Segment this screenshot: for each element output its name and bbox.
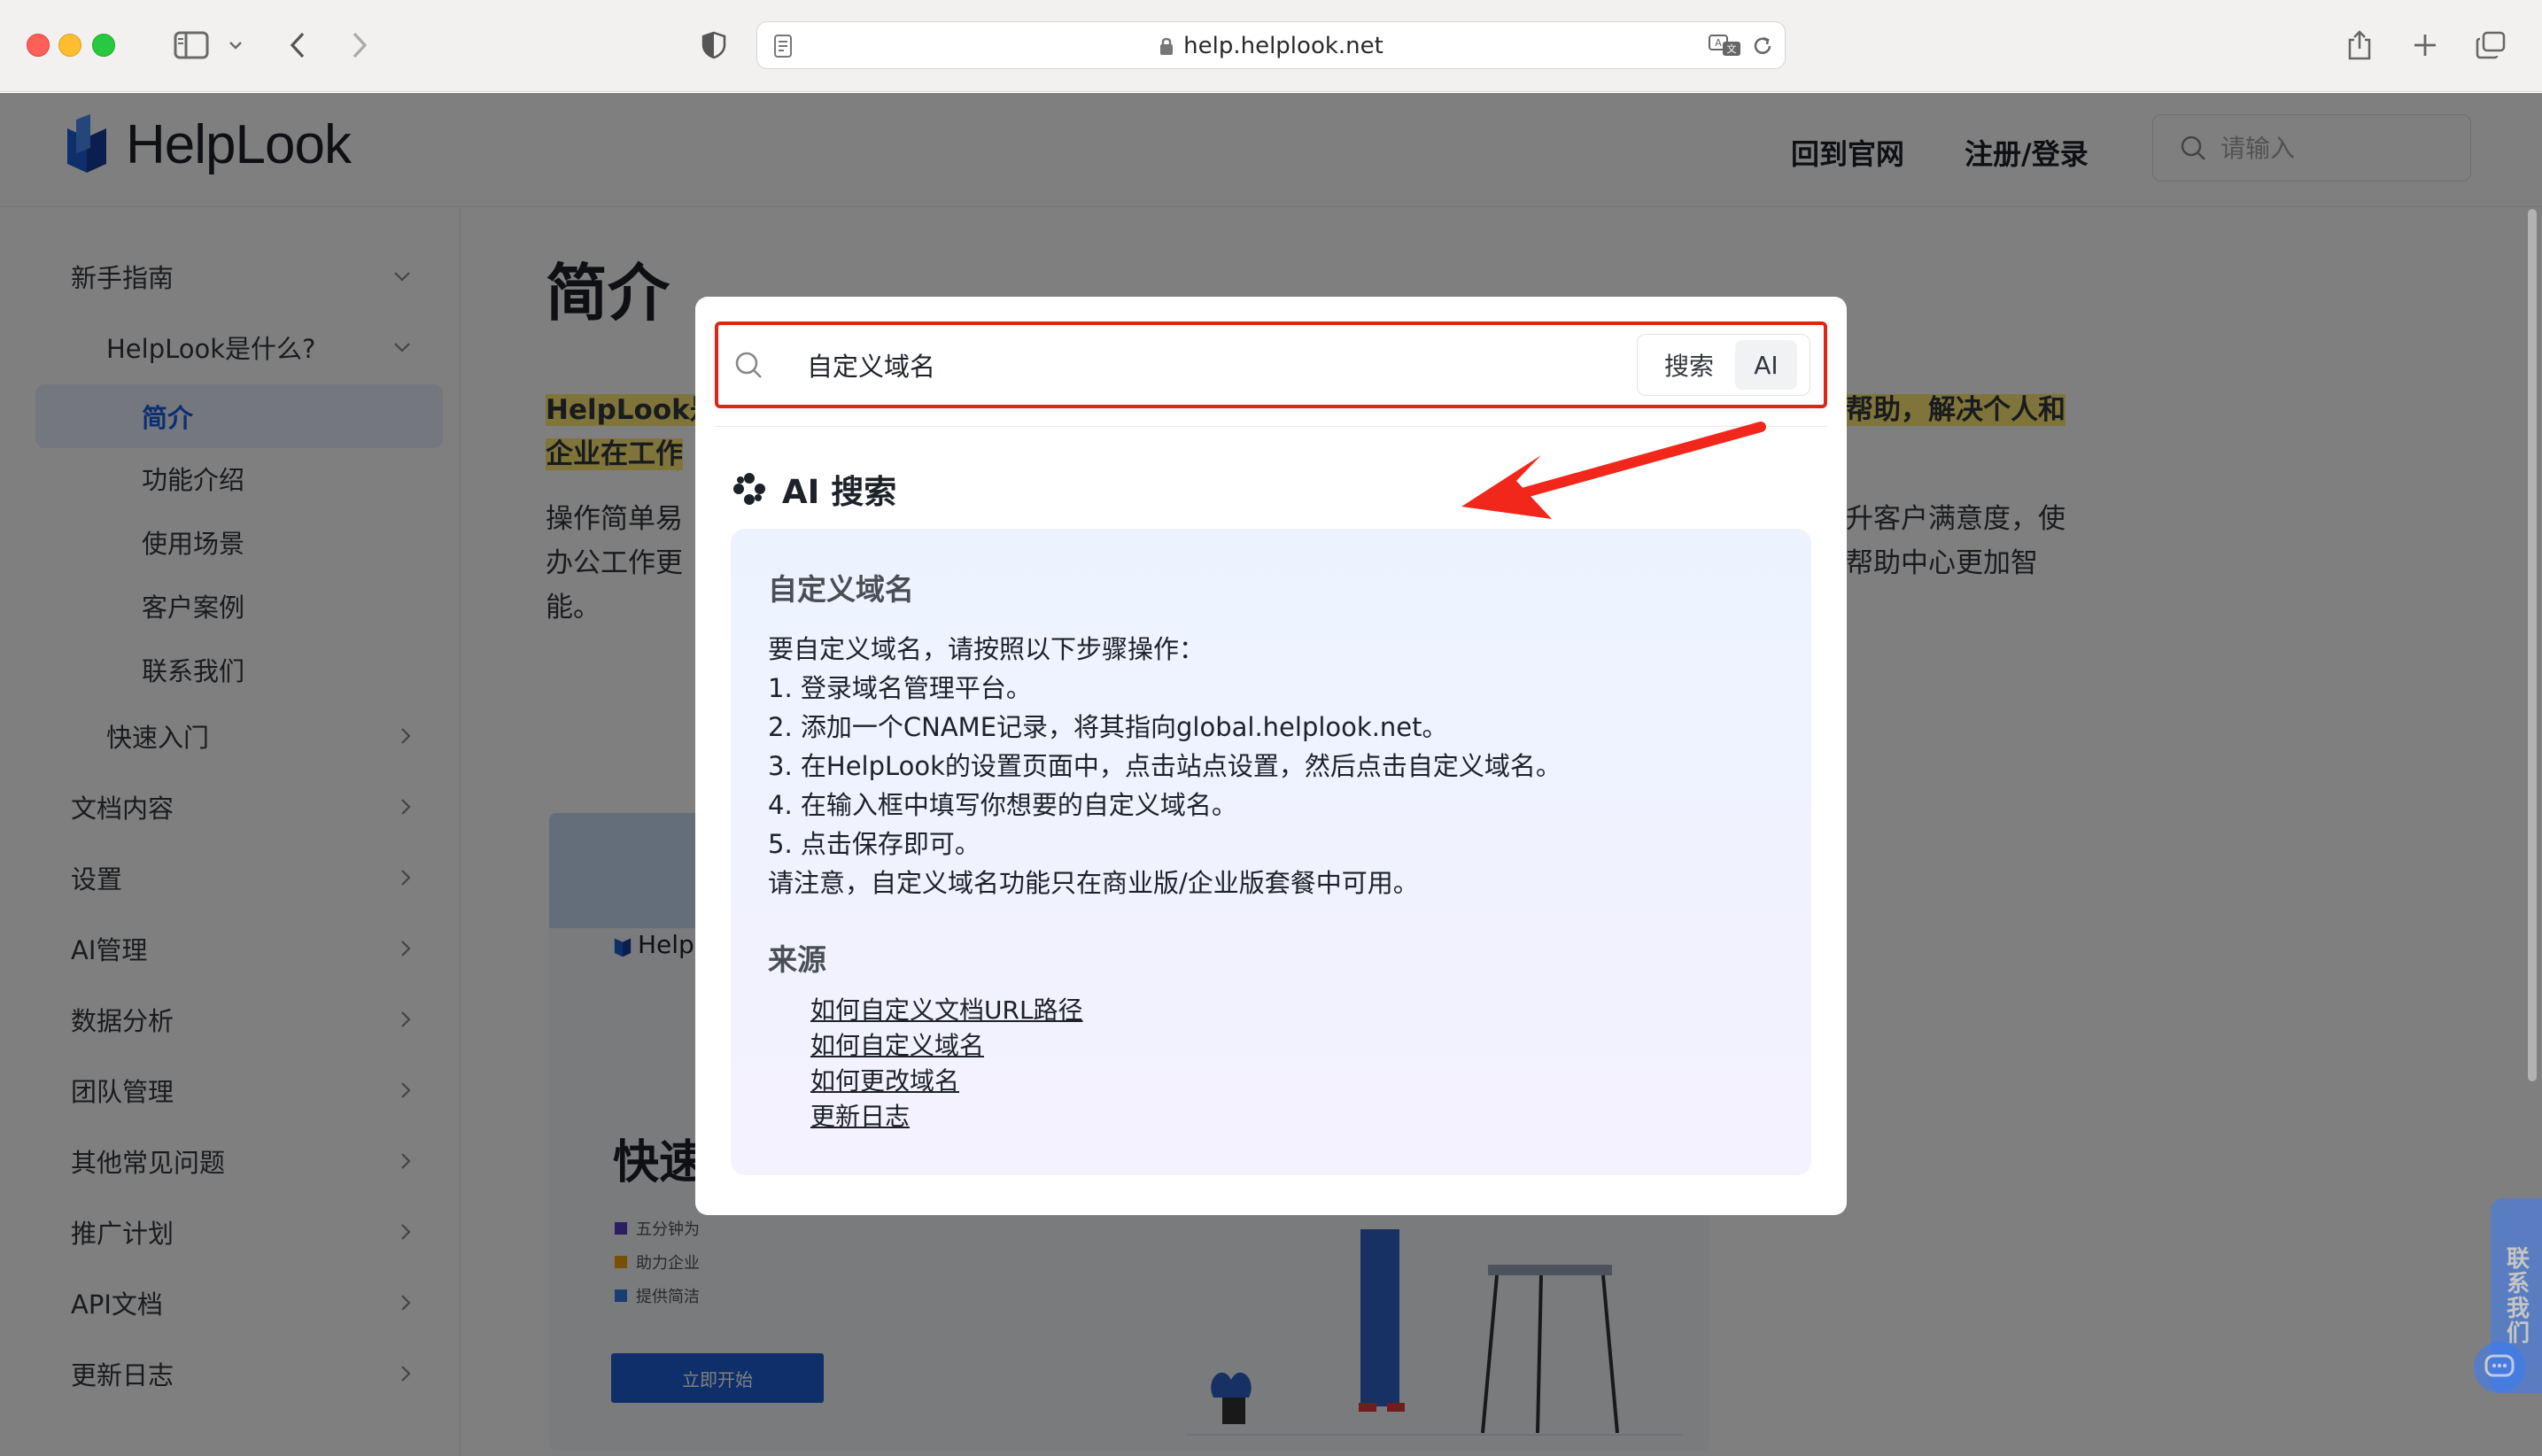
answer-line: 2. 添加一个CNAME记录，将其指向global.helplook.net。 (768, 712, 1448, 742)
zoom-window-button[interactable] (92, 34, 115, 57)
ai-sparkle-icon (732, 472, 766, 506)
privacy-shield-icon[interactable] (696, 25, 732, 66)
chat-icon[interactable] (2474, 1342, 2525, 1393)
answer-line: 4. 在输入框中填写你想要的自定义域名。 (768, 790, 1237, 820)
address-bar[interactable]: help.helplook.net A文 (756, 21, 1786, 69)
close-window-button[interactable] (27, 34, 50, 57)
answer-line: 1. 登录域名管理平台。 (768, 673, 1032, 703)
translate-icon[interactable]: A文 (1709, 33, 1742, 59)
sources-label: 来源 (768, 942, 826, 977)
back-icon[interactable] (282, 25, 314, 66)
page-scrollbar[interactable] (2528, 209, 2537, 1081)
forward-icon[interactable] (344, 25, 376, 66)
browser-toolbar: help.helplook.net A文 (0, 0, 2542, 92)
answer-line: 3. 在HelpLook的设置页面中，点击站点设置，然后点击自定义域名。 (768, 751, 1562, 781)
modal-divider (715, 426, 1827, 427)
search-mode-toggle: 搜索 AI (1637, 334, 1810, 396)
reload-icon[interactable] (1751, 35, 1774, 58)
answer-title: 自定义域名 (768, 572, 914, 607)
sidebar-toggle-icon[interactable] (168, 25, 214, 66)
source-link-change-domain[interactable]: 如何更改域名 (810, 1064, 1083, 1099)
answer-line: 请注意，自定义域名功能只在商业版/企业版套餐中可用。 (768, 868, 1419, 898)
source-link-changelog[interactable]: 更新日志 (810, 1099, 1083, 1135)
ai-answer-card: 自定义域名 要自定义域名，请按照以下步骤操作： 1. 登录域名管理平台。 2. … (731, 529, 1811, 1175)
modal-search-input[interactable] (807, 343, 1515, 387)
search-icon (732, 325, 764, 405)
modal-search-bar[interactable]: 搜索 AI (715, 321, 1827, 408)
new-tab-icon[interactable] (2407, 25, 2443, 66)
contact-us-label: 联系我们 (2502, 1246, 2530, 1345)
lock-icon (1159, 35, 1183, 57)
share-icon[interactable] (2342, 25, 2377, 66)
svg-text:A: A (1715, 37, 1722, 49)
source-link-url-path[interactable]: 如何自定义文档URL路径 (810, 993, 1083, 1028)
ai-heading-text: AI 搜索 (782, 473, 897, 511)
sources-list: 如何自定义文档URL路径 如何自定义域名 如何更改域名 更新日志 (810, 993, 1083, 1135)
chevron-down-icon[interactable] (225, 25, 246, 66)
source-link-custom-domain[interactable]: 如何自定义域名 (810, 1028, 1083, 1064)
minimize-window-button[interactable] (58, 34, 81, 57)
search-modal: 搜索 AI AI 搜索 自定义域名 要自定义域名，请按照以下步骤操作： 1. 登… (695, 297, 1847, 1215)
tab-overview-icon[interactable] (2473, 25, 2508, 66)
search-mode-button[interactable]: 搜索 (1643, 340, 1735, 390)
ai-mode-button[interactable]: AI (1735, 340, 1797, 390)
answer-body: 要自定义域名，请按照以下步骤操作： 1. 登录域名管理平台。 2. 添加一个CN… (768, 630, 1562, 902)
ai-search-heading: AI 搜索 (732, 465, 896, 513)
answer-line: 要自定义域名，请按照以下步骤操作： (768, 634, 1205, 664)
svg-text:文: 文 (1727, 43, 1737, 55)
answer-line: 5. 点击保存即可。 (768, 829, 980, 859)
url-text: help.helplook.net (1183, 33, 1383, 59)
